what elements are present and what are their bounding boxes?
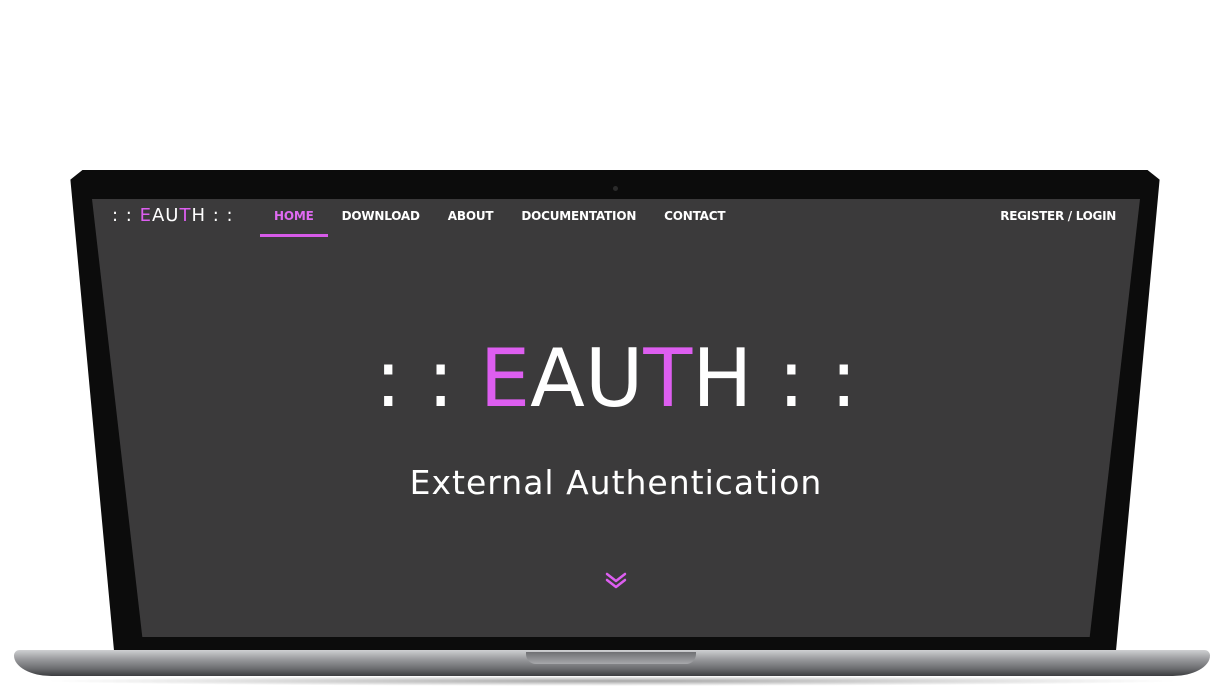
nav-item-contact[interactable]: CONTACT bbox=[650, 199, 739, 237]
base-shadow bbox=[40, 676, 1184, 686]
hero-title-letters-au: AU bbox=[530, 332, 644, 425]
nav-item-about[interactable]: ABOUT bbox=[434, 199, 508, 237]
hero-subtitle: External Authentication bbox=[409, 463, 823, 502]
nav-logo[interactable]: : : EAUTH : : bbox=[112, 205, 234, 226]
camera-icon bbox=[613, 186, 618, 191]
laptop-mockup: : : EAUTH : : HOME DOWNLOAD ABOUT DOCUME… bbox=[0, 0, 1224, 700]
hero-title-letter-h: H bbox=[692, 332, 753, 425]
nav-item-documentation[interactable]: DOCUMENTATION bbox=[507, 199, 650, 237]
hero-title-suffix: : : bbox=[752, 332, 858, 425]
nav-item-download[interactable]: DOWNLOAD bbox=[328, 199, 434, 237]
hero-title: : : EAUTH : : bbox=[92, 339, 1140, 419]
logo-letter-h: H bbox=[191, 205, 206, 226]
hero-title-letter-t: T bbox=[643, 332, 693, 425]
logo-letter-e: E bbox=[139, 205, 152, 226]
laptop-screen: : : EAUTH : : HOME DOWNLOAD ABOUT DOCUME… bbox=[92, 199, 1140, 637]
double-chevron-down-icon[interactable] bbox=[605, 571, 627, 589]
nav-item-home[interactable]: HOME bbox=[260, 199, 328, 237]
logo-prefix: : : bbox=[112, 205, 140, 226]
hero-title-prefix: : : bbox=[374, 332, 480, 425]
logo-suffix: : : bbox=[206, 205, 234, 226]
hero-title-letter-e: E bbox=[479, 332, 531, 425]
laptop-notch bbox=[526, 652, 696, 664]
logo-letter-t: T bbox=[179, 205, 192, 226]
logo-letters-au: AU bbox=[151, 205, 180, 226]
register-login-link[interactable]: REGISTER / LOGIN bbox=[1000, 199, 1116, 233]
main-nav: HOME DOWNLOAD ABOUT DOCUMENTATION CONTAC… bbox=[260, 199, 739, 237]
